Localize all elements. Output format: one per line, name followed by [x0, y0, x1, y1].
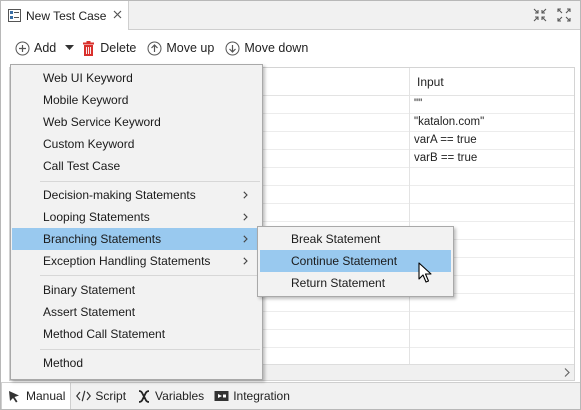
delete-label: Delete — [100, 41, 137, 55]
mouse-pointer-icon — [418, 262, 432, 284]
input-cell[interactable] — [409, 330, 574, 348]
test-case-icon — [7, 9, 21, 23]
hand-pointer-icon — [7, 389, 22, 403]
variable-x-icon — [136, 389, 151, 403]
menu-item-exception-handling-statements[interactable]: Exception Handling Statements — [12, 250, 261, 272]
chevron-right-icon — [241, 233, 249, 245]
add-label: Add — [34, 41, 57, 55]
move-down-button[interactable]: Move down — [224, 38, 308, 58]
tab-script[interactable]: Script — [71, 383, 131, 409]
menu-item-branching-statements[interactable]: Branching Statements — [12, 228, 261, 250]
close-icon[interactable] — [113, 10, 122, 22]
code-icon — [76, 389, 92, 403]
input-column-header[interactable]: Input — [409, 68, 574, 96]
menu-item-call-test-case[interactable]: Call Test Case — [12, 155, 261, 177]
menu-item-mobile-keyword[interactable]: Mobile Keyword — [12, 89, 261, 111]
input-cell[interactable]: varA == true — [409, 132, 574, 150]
menu-separator — [40, 181, 260, 182]
menu-item-binary-statement[interactable]: Binary Statement — [12, 279, 261, 301]
menu-item-label: Decision-making Statements — [43, 188, 196, 202]
editor-tab-bar: New Test Case — [1, 1, 580, 30]
add-button[interactable]: Add — [14, 38, 56, 58]
move-down-label: Move down — [244, 41, 309, 55]
menu-item-decision-making-statements[interactable]: Decision-making Statements — [12, 184, 261, 206]
move-up-label: Move up — [166, 41, 215, 55]
menu-item-assert-statement[interactable]: Assert Statement — [12, 301, 261, 323]
tab-integration-label: Integration — [233, 389, 290, 403]
delete-button[interactable]: Delete — [80, 38, 136, 58]
tab-variables[interactable]: Variables — [131, 383, 209, 409]
input-cell[interactable] — [409, 186, 574, 204]
arrow-up-circle-icon — [146, 40, 162, 56]
submenu-item-break-statement[interactable]: Break Statement — [260, 228, 451, 250]
tab-manual-label: Manual — [26, 389, 66, 403]
test-step-toolbar: Add Delete Move up Move down — [1, 31, 580, 65]
menu-item-looping-statements[interactable]: Looping Statements — [12, 206, 261, 228]
arrow-down-circle-icon — [224, 40, 240, 56]
menu-item-web-ui-keyword[interactable]: Web UI Keyword — [12, 67, 261, 89]
plus-circle-icon — [14, 40, 30, 56]
trash-icon — [80, 40, 96, 56]
add-dropdown-caret-icon[interactable] — [64, 40, 74, 56]
scroll-right-icon[interactable] — [561, 367, 572, 378]
menu-item-label: Branching Statements — [43, 232, 162, 246]
menu-item-label: Exception Handling Statements — [43, 254, 211, 268]
menu-item-label: Looping Statements — [43, 210, 150, 224]
tab-integration[interactable]: Integration — [209, 383, 295, 409]
menu-separator — [40, 275, 260, 276]
menu-item-method[interactable]: Method — [12, 352, 261, 374]
maximize-icon[interactable] — [556, 7, 572, 23]
tab-variables-label: Variables — [155, 389, 205, 403]
chevron-right-icon — [241, 255, 249, 267]
tab-script-label: Script — [95, 389, 127, 403]
input-cell[interactable]: "katalon.com" — [409, 114, 574, 132]
integration-icon — [214, 389, 229, 403]
move-up-button[interactable]: Move up — [146, 38, 214, 58]
editor-mode-tabs: Manual Script Variables Integration — [1, 382, 580, 409]
tab-manual[interactable]: Manual — [1, 383, 72, 409]
tab-new-test-case[interactable]: New Test Case — [1, 1, 129, 30]
input-cell[interactable] — [409, 312, 574, 330]
input-cell[interactable] — [409, 204, 574, 222]
input-cell[interactable] — [409, 168, 574, 186]
chevron-right-icon — [241, 189, 249, 201]
input-cell[interactable]: varB == true — [409, 150, 574, 168]
tab-title: New Test Case — [26, 8, 107, 23]
input-cell[interactable]: "" — [409, 96, 574, 114]
menu-item-custom-keyword[interactable]: Custom Keyword — [12, 133, 261, 155]
menu-item-method-call-statement[interactable]: Method Call Statement — [12, 323, 261, 345]
menu-separator — [40, 349, 260, 350]
minimize-icon[interactable] — [532, 7, 548, 23]
chevron-right-icon — [241, 211, 249, 223]
add-dropdown-menu: Web UI Keyword Mobile Keyword Web Servic… — [10, 64, 263, 380]
menu-item-web-service-keyword[interactable]: Web Service Keyword — [12, 111, 261, 133]
